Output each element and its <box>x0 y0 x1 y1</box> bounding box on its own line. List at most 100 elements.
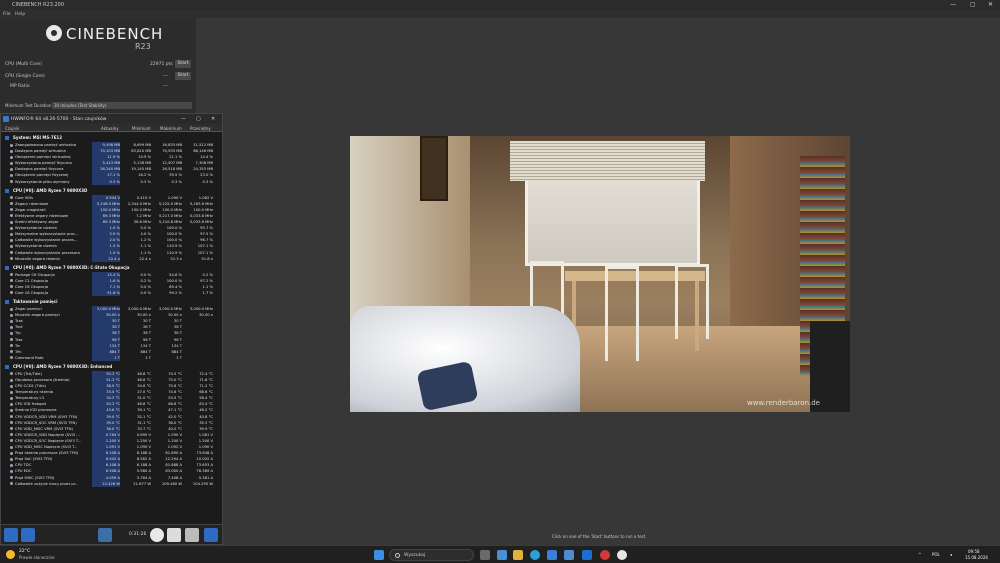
sensor-row[interactable]: Command Rate 1 T 1 T 1 T <box>1 354 222 361</box>
opera-icon[interactable] <box>600 550 610 560</box>
min-duration-label: Minimum Test Duration <box>5 103 52 108</box>
close-icon[interactable]: ✕ <box>211 116 215 122</box>
task-view-icon[interactable] <box>480 550 490 560</box>
col-min[interactable]: Minimum <box>132 126 151 131</box>
sensor-current: 91.6 % <box>92 289 120 297</box>
sensor-min: 0.0 % <box>140 290 151 295</box>
cpu-chip-icon <box>5 136 9 140</box>
col-max[interactable]: Maksimum <box>160 126 182 131</box>
cinebench-taskbar-icon[interactable] <box>617 550 627 560</box>
sensor-icon <box>10 350 13 354</box>
sensor-current: 22.426 W <box>92 480 120 487</box>
network-icon[interactable] <box>98 528 112 542</box>
sensor-row[interactable]: Mnożniki zegara rdzenia 22.4 x 22.4 x 52.3 … <box>1 255 222 262</box>
sensor-icon <box>10 439 13 443</box>
sensor-icon <box>10 378 13 382</box>
clock-icon[interactable] <box>150 528 164 542</box>
close-sensors-icon[interactable] <box>204 528 218 542</box>
window-title: CINEBENCH R23.200 <box>12 2 65 8</box>
settings-gear-icon[interactable] <box>185 528 199 542</box>
sensor-icon <box>10 457 13 461</box>
edge-icon[interactable] <box>530 550 540 560</box>
sensor-icon <box>10 482 13 486</box>
sensor-icon <box>10 173 13 177</box>
start-multi-button[interactable]: Start <box>175 60 191 68</box>
sensor-group[interactable]: Taktowanie pamięci <box>1 298 222 306</box>
sensor-icon <box>10 161 13 165</box>
clock-date[interactable]: 15.08.2026 <box>965 555 988 560</box>
sensor-row[interactable]: Całkowite zużycie mocy przez pr... 22.426… <box>1 480 222 487</box>
search-icon <box>395 553 400 558</box>
sensor-avg: 0.3 % <box>202 179 213 184</box>
sensor-icon <box>10 427 13 431</box>
maximize-icon[interactable]: ▢ <box>970 1 976 8</box>
sensor-group[interactable]: CPU [#0]: AMD Ryzen 7 9800X3D: C-State O… <box>1 264 222 272</box>
expand-arrows-icon[interactable] <box>21 528 35 542</box>
sensor-icon <box>10 451 13 455</box>
hwinfo-sensor-list[interactable]: System: MSI MS-7E12 Zaangażowana pamięć w… <box>1 132 222 524</box>
logo-text: CINEBENCH <box>66 25 164 43</box>
start-single-button[interactable]: Start <box>175 72 191 80</box>
weather-widget[interactable]: 22°C Prawie słonecznie <box>6 549 66 561</box>
sensor-name: Wykorzystanie pliku wymiany <box>15 179 70 184</box>
menu-file[interactable]: File <box>3 12 11 17</box>
sensor-group[interactable]: System: MSI MS-7E12 <box>1 134 222 142</box>
cpu-multi-score: 22971 pts <box>150 62 173 67</box>
sensor-avg: 51.8 x <box>201 256 213 261</box>
volume-icon[interactable]: ◂ <box>950 552 952 557</box>
hwinfo-taskbar-icon[interactable] <box>564 550 574 560</box>
minimize-icon[interactable]: — <box>181 116 186 122</box>
sensor-max: 1 T <box>176 355 182 360</box>
sensor-row[interactable]: Wykorzystanie pliku wymiany 0.3 % 0.3 % 0.3… <box>1 178 222 185</box>
collapse-arrows-icon[interactable] <box>4 528 18 542</box>
sensor-icon <box>10 251 13 254</box>
cinebench-titlebar: CINEBENCH R23.200 — ▢ ✕ <box>0 0 1000 10</box>
minimize-icon[interactable]: — <box>950 1 956 8</box>
sensor-icon <box>10 338 13 342</box>
sensor-icon <box>10 319 13 323</box>
hwinfo-icon <box>3 116 9 122</box>
sensor-icon <box>10 220 13 224</box>
sensor-icon <box>10 396 13 400</box>
widgets-icon[interactable] <box>497 550 507 560</box>
cpu-chip-icon <box>5 364 9 369</box>
sensor-icon <box>10 372 13 376</box>
file-explorer-icon[interactable] <box>513 550 523 560</box>
language-indicator[interactable]: POL <box>932 552 940 557</box>
cpu-chip-icon <box>5 188 9 193</box>
sensor-avg: 1.7 % <box>202 290 213 295</box>
menu-help[interactable]: Help <box>15 12 25 17</box>
sensor-group-name: System: MSI MS-7E12 <box>13 135 62 140</box>
search-box[interactable]: Wyszukaj <box>389 549 474 561</box>
sensor-icon <box>10 257 13 261</box>
elapsed-timer: 0:31:26 <box>129 532 147 537</box>
min-duration-select[interactable]: 30 minutes (Test Stability) <box>52 102 192 109</box>
sensor-icon <box>10 325 13 329</box>
sensor-current: 22.4 x <box>92 255 120 262</box>
weather-desc: Prawie słonecznie <box>19 555 55 560</box>
status-text: Click on one of the 'Start' buttons to r… <box>552 534 647 539</box>
store-icon[interactable] <box>547 550 557 560</box>
report-icon[interactable] <box>167 528 181 542</box>
sensor-name: Mnożniki zegara rdzenia <box>15 256 60 261</box>
sensor-group[interactable]: CPU [#0]: AMD Ryzen 7 9800X3D: Enhanced <box>1 363 222 371</box>
sensor-name: Całkowite zużycie mocy przez pr... <box>15 481 79 486</box>
system-tray: ^ POL ◂ 09:58 15.08.2026 <box>915 549 1000 561</box>
col-avg[interactable]: Przeciętny <box>190 126 211 131</box>
sensor-icon <box>10 415 13 419</box>
clock-time[interactable]: 09:58 <box>968 549 980 554</box>
sensor-icon <box>10 384 13 388</box>
close-icon[interactable]: ✕ <box>988 1 993 8</box>
sensor-group[interactable]: CPU [#0]: AMD Ryzen 7 9800X3D <box>1 187 222 195</box>
windows-start-icon[interactable] <box>374 550 384 560</box>
steam-icon[interactable] <box>582 550 592 560</box>
col-current[interactable]: Aktualny <box>101 126 119 131</box>
sensor-group-name: CPU [#0]: AMD Ryzen 7 9800X3D: Enhanced <box>13 363 113 369</box>
logo-version: R23 <box>135 42 151 51</box>
sensor-row[interactable]: Core C6 Okupacja 91.6 % 0.0 % 99.2 % 1.7 % <box>1 289 222 297</box>
maximize-icon[interactable]: ▢ <box>196 116 201 122</box>
sensor-max: 99.2 % <box>169 290 182 295</box>
chevron-up-icon[interactable]: ^ <box>918 552 921 557</box>
col-sensor[interactable]: Czujnik <box>5 126 20 131</box>
sensor-icon <box>10 463 13 467</box>
